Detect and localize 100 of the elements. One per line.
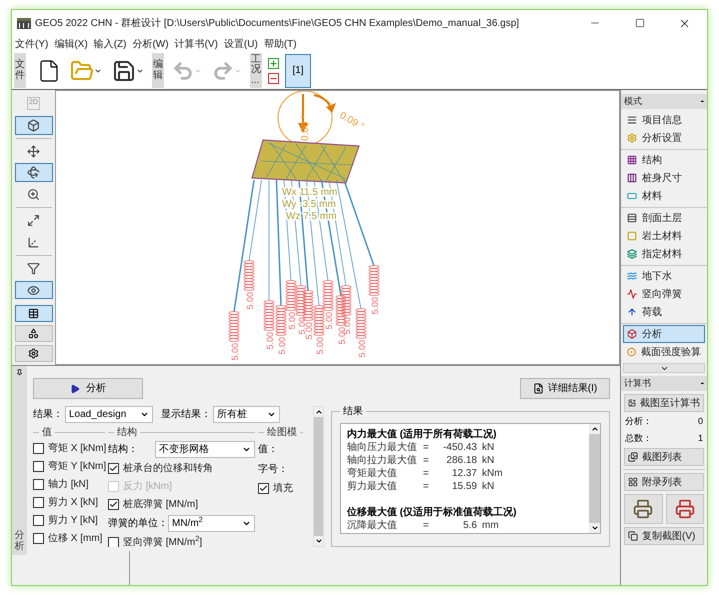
scrollbar[interactable] [589, 424, 600, 533]
gear-icon [627, 133, 637, 143]
detailed-results-button[interactable]: 详细结果(I) [520, 378, 610, 399]
target-icon [627, 347, 636, 357]
menu-item[interactable]: 编辑(X) [54, 36, 88, 52]
maximize-icon [634, 18, 644, 28]
tool-button[interactable] [14, 163, 52, 182]
scroll-down-icon [314, 537, 322, 545]
appendix-list-button[interactable]: 附录列表 [624, 473, 704, 491]
undo-icon [172, 60, 194, 82]
result-line: 轴向拉力最大值 = 286.18 kN [347, 454, 496, 467]
mode-item[interactable]: 材料 [623, 187, 705, 205]
tool-button[interactable] [14, 345, 52, 362]
menu-item[interactable]: 帮助(T) [264, 36, 297, 52]
analysis-count: 0 [698, 415, 703, 428]
checkbox[interactable] [108, 462, 119, 474]
screenshot-list-button[interactable]: 截图列表 [624, 448, 704, 466]
mode-item[interactable]: 截面强度验算 [623, 343, 705, 361]
spring-label: 5.00 [277, 337, 287, 355]
mode-item[interactable]: 桩身尺寸 [623, 169, 705, 187]
checkbox[interactable] [258, 482, 269, 494]
result-dropdown[interactable]: Load_design [65, 406, 153, 423]
mode-item[interactable]: 岩土材料 [623, 227, 705, 245]
collapse-button[interactable]: - [700, 378, 704, 388]
menu-item[interactable]: 文件(Y) [15, 36, 48, 52]
cube-icon [627, 329, 637, 339]
add-stage-button[interactable] [268, 58, 279, 68]
settings-icon [28, 348, 39, 360]
add-screenshot-button[interactable]: 截图至计算书 [624, 394, 704, 412]
axes-icon [27, 236, 40, 249]
zoom-icon [27, 188, 40, 202]
checkbox[interactable] [33, 514, 44, 526]
structure-dropdown[interactable]: 不变形网格 [155, 440, 255, 458]
spring-label: 5.00 [287, 312, 297, 330]
tool-button[interactable] [14, 325, 52, 342]
filter-icon [27, 262, 40, 275]
folder-icon [70, 58, 94, 82]
section-title: 模式 [624, 94, 642, 108]
checkbox[interactable] [33, 442, 44, 454]
mode-item[interactable]: 项目信息 [623, 111, 705, 129]
checkbox[interactable] [33, 478, 44, 490]
menu-item[interactable]: 计算书(V) [174, 36, 218, 52]
group-title: 结构 [117, 426, 137, 440]
collapse-button[interactable]: - [700, 96, 704, 106]
spring-unit-dropdown[interactable]: MN/m$^{2}$ [168, 514, 255, 532]
grid-icon [627, 155, 637, 165]
group-title: 绘图模 [267, 426, 297, 440]
print-preview-button[interactable] [666, 494, 704, 524]
document-search-icon [532, 383, 544, 394]
angle-label: 0.09 ° [338, 110, 366, 133]
menu-item[interactable]: 输入(Z) [94, 36, 126, 52]
stage-tab[interactable]: [1] [285, 54, 311, 88]
scroll-down-icon [590, 524, 598, 532]
copy-screenshot-button[interactable]: 复制截图(V) [624, 527, 704, 545]
rows-icon [627, 213, 637, 223]
pin-icon [16, 369, 23, 376]
tool-button[interactable] [14, 305, 52, 322]
print-button[interactable] [624, 494, 662, 524]
angle-label: 0.00 ° [300, 114, 311, 141]
scrollbar[interactable] [313, 406, 324, 547]
checkbox-label: 桩承台的位移和转角 [123, 462, 213, 476]
result-heading: 位移最大值 (仅适用于标准值荷载工况) [347, 506, 518, 519]
play-icon [70, 384, 80, 394]
mode-item[interactable]: 竖向弹簧 [623, 285, 705, 303]
total-count-label: 总数： [625, 432, 652, 444]
show-result-dropdown[interactable]: 所有桩 [213, 406, 280, 423]
spring-label: 5.00 [265, 332, 275, 350]
table-icon [28, 308, 39, 320]
checkbox[interactable] [33, 532, 44, 544]
menu-item[interactable]: 分析(W) [132, 36, 169, 52]
spring-label: 5.00 [370, 297, 380, 315]
scroll-up-icon [314, 408, 322, 416]
tool-button[interactable] [14, 116, 52, 135]
shapes-icon [28, 328, 39, 340]
spring-label: 5.00 [315, 337, 325, 355]
mode-item[interactable]: 分析设置 [623, 129, 705, 147]
spring-label: 5.00 [357, 340, 367, 358]
checkbox[interactable] [108, 498, 119, 510]
mode-item[interactable]: 地下水 [623, 267, 705, 285]
checkbox[interactable] [33, 496, 44, 508]
spring-label: 5.00 [245, 292, 255, 310]
checkbox[interactable] [108, 536, 119, 547]
cube-icon [27, 118, 40, 132]
result-line: 轴向压力最大值 = -450.43 kN [347, 441, 496, 454]
result-line: 沉降最大值 = 5.6 mm [347, 519, 500, 532]
mode-item[interactable]: 剖面土层 [623, 209, 705, 227]
mode-item[interactable]: 分析 [623, 325, 705, 343]
tool-button[interactable] [14, 280, 52, 300]
analyze-button[interactable]: 分析 [33, 378, 143, 399]
checkbox[interactable] [33, 460, 44, 472]
value-label: 值： [258, 442, 279, 456]
remove-stage-button[interactable] [268, 72, 279, 84]
rotate-icon [27, 166, 40, 180]
menu-item[interactable]: 设置(U) [224, 36, 258, 52]
mode-item[interactable]: 指定材料 [623, 245, 705, 263]
mode-item[interactable]: 结构 [623, 151, 705, 169]
side-tab[interactable]: 分析 [12, 366, 27, 555]
columns-icon [627, 173, 637, 183]
mode-item[interactable]: 荷载 [623, 303, 705, 321]
scroll-up-icon [590, 425, 598, 433]
